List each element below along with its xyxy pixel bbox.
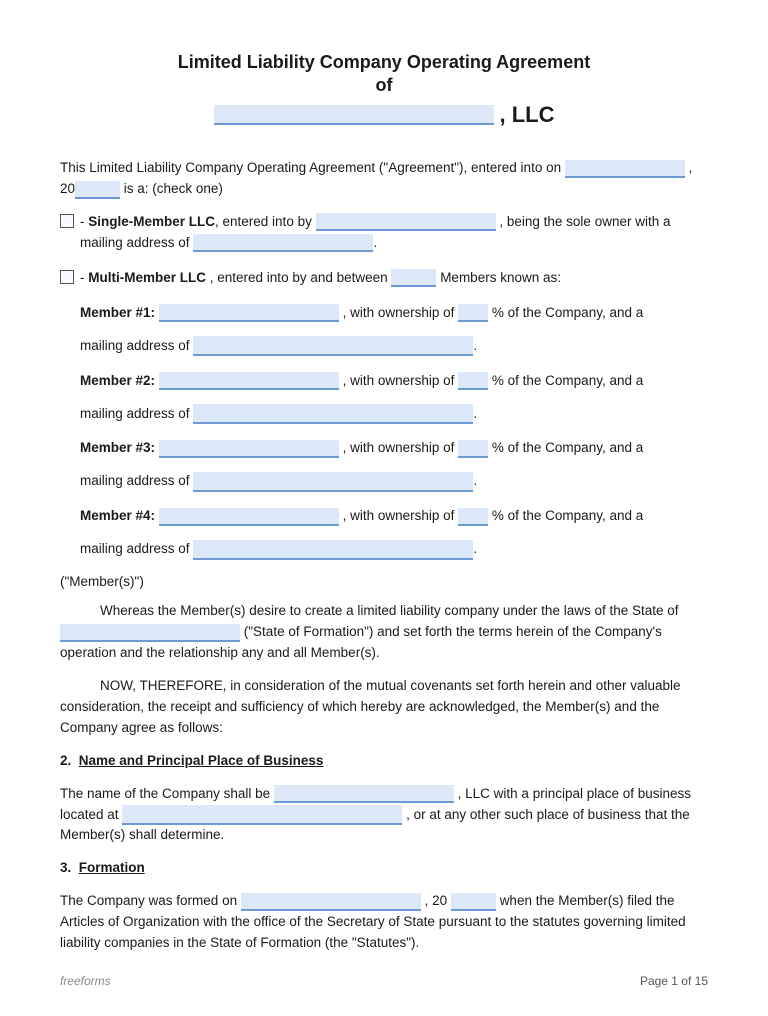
member-3-row1: Member #3: , with ownership of % of the …: [80, 438, 708, 459]
member-4-name-field[interactable]: [159, 508, 339, 526]
member-4-address-field[interactable]: [193, 540, 473, 560]
business-address-field[interactable]: [122, 805, 402, 825]
company-name-field-2[interactable]: [274, 785, 454, 803]
member-2-name-field[interactable]: [159, 372, 339, 390]
member-2-text1: , with ownership of: [343, 373, 459, 388]
section3-body: The Company was formed on , 20 when the …: [60, 891, 708, 954]
member-3-name-field[interactable]: [159, 440, 339, 458]
now-therefore-paragraph: NOW, THEREFORE, in consideration of the …: [60, 676, 708, 739]
member-2-label: Member #2:: [80, 373, 155, 388]
single-member-address-field[interactable]: [193, 234, 373, 252]
member-2-row1: Member #2: , with ownership of % of the …: [80, 371, 708, 392]
intro-text3: is a: (check one): [124, 181, 223, 196]
multi-member-checkbox-row: - Multi-Member LLC , entered into by and…: [60, 268, 708, 289]
member-4-row1: Member #4: , with ownership of % of the …: [80, 506, 708, 527]
company-name-field[interactable]: [214, 105, 494, 125]
multi-member-text: - Multi-Member LLC , entered into by and…: [80, 268, 561, 289]
member-2-block: Member #2: , with ownership of % of the …: [80, 371, 708, 425]
date-field[interactable]: [565, 160, 685, 178]
member-1-ownership-field[interactable]: [458, 304, 488, 322]
formation-year-field[interactable]: [451, 893, 496, 911]
multi-member-text1: , entered into by and between: [210, 270, 388, 285]
member-3-row2: mailing address of .: [80, 471, 708, 492]
title-line1: Limited Liability Company Operating Agre…: [60, 50, 708, 75]
member-4-text2: % of the Company, and a: [492, 508, 643, 523]
member-1-text1: , with ownership of: [343, 305, 459, 320]
intro-text1: This Limited Liability Company Operating…: [60, 160, 561, 175]
single-member-text: - Single-Member LLC, entered into by , b…: [80, 212, 708, 254]
member-1-row1: Member #1: , with ownership of % of the …: [80, 303, 708, 324]
member-4-row2: mailing address of .: [80, 539, 708, 560]
multi-member-label: Multi-Member LLC: [88, 270, 206, 285]
section3-title: Formation: [79, 860, 145, 875]
member-4-ownership-field[interactable]: [458, 508, 488, 526]
llc-suffix: , LLC: [500, 102, 555, 128]
member-1-text2: % of the Company, and a: [492, 305, 643, 320]
member-3-text1: , with ownership of: [343, 440, 459, 455]
section3-text2: , 20: [425, 893, 448, 908]
whereas-text1: Whereas the Member(s) desire to create a…: [100, 603, 679, 618]
member-2-address-field[interactable]: [193, 404, 473, 424]
member-2-ownership-field[interactable]: [458, 372, 488, 390]
formation-date-field[interactable]: [241, 893, 421, 911]
section2-text1: The name of the Company shall be: [60, 786, 270, 801]
member-3-label: Member #3:: [80, 440, 155, 455]
member-2-row2: mailing address of .: [80, 404, 708, 425]
year-field[interactable]: [75, 181, 120, 199]
single-member-text1: , entered into by: [215, 214, 312, 229]
title-line2: of: [60, 75, 708, 96]
single-member-checkbox[interactable]: [60, 214, 74, 228]
footer: freeforms Page 1 of 15: [60, 974, 708, 988]
section3-text1: The Company was formed on: [60, 893, 237, 908]
whereas-paragraph: Whereas the Member(s) desire to create a…: [60, 601, 708, 664]
member-1-label: Member #1:: [80, 305, 155, 320]
single-member-name-field[interactable]: [316, 213, 496, 231]
section2-number: 2.: [60, 753, 71, 768]
section2-heading: 2. Name and Principal Place of Business: [60, 751, 708, 772]
member-2-text2: % of the Company, and a: [492, 373, 643, 388]
member-3-block: Member #3: , with ownership of % of the …: [80, 438, 708, 492]
multi-member-checkbox[interactable]: [60, 270, 74, 284]
intro-paragraph: This Limited Liability Company Operating…: [60, 158, 708, 200]
footer-brand: freeforms: [60, 974, 111, 988]
section2-title: Name and Principal Place of Business: [79, 753, 324, 768]
members-label: ("Member(s)"): [60, 574, 708, 589]
title-llc-line: , LLC: [60, 102, 708, 128]
single-member-label: Single-Member LLC: [88, 214, 215, 229]
multi-member-text2: Members known as:: [440, 270, 561, 285]
single-member-checkbox-row: - Single-Member LLC, entered into by , b…: [60, 212, 708, 254]
member-1-block: Member #1: , with ownership of % of the …: [80, 303, 708, 357]
state-of-formation-field[interactable]: [60, 624, 240, 642]
member-3-address-field[interactable]: [193, 472, 473, 492]
member-1-row2: mailing address of .: [80, 336, 708, 357]
member-3-text2: % of the Company, and a: [492, 440, 643, 455]
member-count-field[interactable]: [391, 269, 436, 287]
single-member-end: .: [373, 235, 377, 250]
footer-page: Page 1 of 15: [640, 974, 708, 988]
member-1-address-field[interactable]: [193, 336, 473, 356]
member-4-block: Member #4: , with ownership of % of the …: [80, 506, 708, 560]
section3-number: 3.: [60, 860, 71, 875]
section3-heading: 3. Formation: [60, 858, 708, 879]
member-3-ownership-field[interactable]: [458, 440, 488, 458]
member-4-label: Member #4:: [80, 508, 155, 523]
title-section: Limited Liability Company Operating Agre…: [60, 50, 708, 128]
document-page: Limited Liability Company Operating Agre…: [0, 0, 768, 1016]
member-1-name-field[interactable]: [159, 304, 339, 322]
section2-body: The name of the Company shall be , LLC w…: [60, 784, 708, 847]
member-4-text1: , with ownership of: [343, 508, 459, 523]
